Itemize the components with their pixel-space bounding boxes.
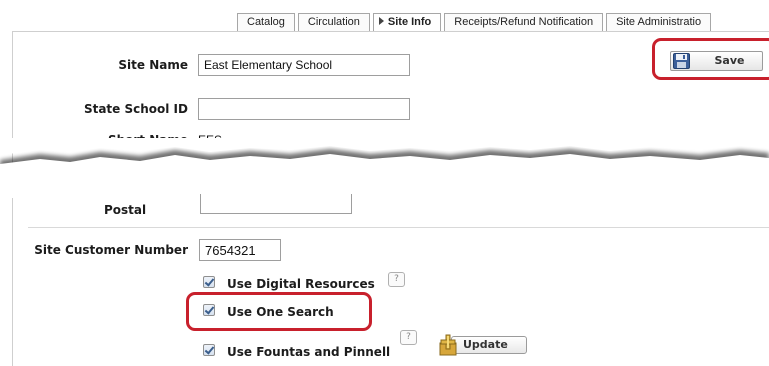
tab-bar: Catalog Circulation Site Info Receipts/R… — [0, 0, 769, 31]
one-search-highlight-callout — [186, 292, 372, 331]
torn-edge-divider — [0, 138, 769, 198]
plus-update-icon — [439, 334, 457, 356]
save-highlight-callout — [652, 38, 769, 80]
active-tab-arrow-icon — [378, 17, 384, 25]
tab-list: Catalog Circulation Site Info Receipts/R… — [237, 13, 714, 31]
postal-field[interactable] — [200, 194, 352, 214]
postal-label: Postal — [104, 203, 147, 217]
site-customer-number-label: Site Customer Number — [34, 243, 188, 257]
tab-circulation[interactable]: Circulation — [297, 13, 370, 31]
tab-site-info-label: Site Info — [387, 16, 432, 28]
update-button-label: Update — [463, 338, 508, 351]
state-school-id-field[interactable] — [198, 98, 410, 120]
tab-catalog[interactable]: Catalog — [237, 13, 295, 31]
tab-site-administration[interactable]: Site Administratio — [606, 13, 712, 31]
help-icon[interactable]: ? — [400, 330, 417, 345]
tab-site-info[interactable]: Site Info — [372, 13, 442, 31]
use-fountas-and-pinnell-checkbox[interactable] — [203, 344, 215, 356]
use-fountas-and-pinnell-label: Use Fountas and Pinnell — [227, 345, 391, 359]
site-info-panel — [12, 31, 769, 366]
help-icon[interactable]: ? — [388, 272, 405, 287]
site-name-label: Site Name — [118, 58, 188, 72]
section-divider — [28, 227, 769, 228]
use-digital-resources-label: Use Digital Resources — [227, 277, 375, 291]
tab-receipts-refund-notification[interactable]: Receipts/Refund Notification — [444, 13, 604, 31]
use-digital-resources-checkbox[interactable] — [203, 276, 215, 288]
site-name-field[interactable]: East Elementary School — [198, 54, 410, 76]
site-customer-number-field[interactable]: 7654321 — [199, 239, 281, 261]
state-school-id-label: State School ID — [83, 102, 188, 116]
update-button[interactable]: Update — [437, 334, 527, 356]
